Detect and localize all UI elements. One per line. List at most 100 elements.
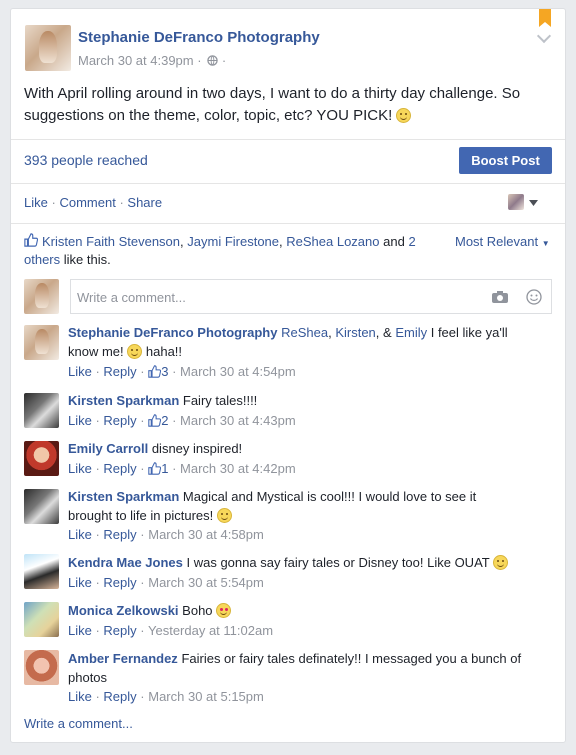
comment-time[interactable]: March 30 at 4:58pm [148, 527, 264, 542]
comment-body-line2: photos [68, 670, 107, 685]
comment-time[interactable]: March 30 at 4:42pm [180, 461, 296, 476]
post-author[interactable]: Stephanie DeFranco Photography [78, 29, 320, 46]
globe-icon [207, 55, 218, 66]
comment-body-line2: know me! haha!! [68, 344, 182, 359]
comment-action[interactable]: Comment [59, 195, 115, 210]
comment-avatar[interactable] [24, 441, 59, 476]
comment-like[interactable]: Like [68, 689, 92, 704]
likes-suffix: like this. [63, 252, 111, 267]
boost-post-button[interactable]: Boost Post [459, 147, 552, 174]
comment-author[interactable]: Kendra Mae Jones [68, 555, 183, 570]
separator: · [51, 195, 56, 210]
comment-body: Emily Carroll disney inspired! [68, 441, 242, 456]
comment-reply[interactable]: Reply [103, 413, 136, 428]
liker-name[interactable]: Jaymi Firestone [187, 234, 279, 249]
comment-text: photos [68, 670, 108, 685]
tagged-user[interactable]: Emily [395, 325, 427, 340]
comment-input[interactable]: Write a comment... [70, 279, 552, 314]
comment-like[interactable]: Like [68, 527, 92, 542]
comment-text: haha!! [145, 344, 183, 359]
others-link[interactable]: 2 [408, 234, 415, 249]
comment-avatar[interactable] [24, 393, 59, 428]
smile-emoji-icon [396, 108, 412, 123]
comment-time[interactable]: March 30 at 5:54pm [148, 575, 264, 590]
people-reached[interactable]: 393 people reached [24, 152, 148, 168]
bookmark-icon[interactable] [539, 9, 551, 27]
comment-body: Kirsten Sparkman Fairy tales!!!! [68, 393, 257, 408]
comment-body: Monica Zelkowski Boho [68, 603, 232, 618]
comment-text: Boho [182, 603, 213, 618]
comment-like[interactable]: Like [68, 413, 92, 428]
caret-down-icon: ▼ [541, 239, 550, 248]
comment-author[interactable]: Kirsten Sparkman [68, 489, 179, 504]
liker-name[interactable]: Kristen Faith Stevenson [42, 234, 180, 249]
comment-like[interactable]: Like [68, 364, 92, 379]
comment-reply[interactable]: Reply [103, 575, 136, 590]
comment-reply[interactable]: Reply [103, 364, 136, 379]
comment-actions: Like · Reply · 1 · March 30 at 4:42pm [68, 461, 296, 476]
comment-body: Amber Fernandez Fairies or fairy tales d… [68, 651, 521, 666]
divider [11, 223, 565, 224]
thumbs-up-icon[interactable] [148, 414, 162, 427]
smile-emoji-icon [216, 508, 232, 523]
likes-and: and [383, 234, 405, 249]
tagged-user[interactable]: ReShea [281, 325, 328, 340]
comment-time[interactable]: March 30 at 4:54pm [180, 364, 296, 379]
separator: · [119, 195, 124, 210]
comment-time[interactable]: March 30 at 5:15pm [148, 689, 264, 704]
tagged-user[interactable]: Kirsten [335, 325, 375, 340]
comment-reply[interactable]: Reply [103, 623, 136, 638]
comment-avatar[interactable] [24, 554, 59, 589]
emoji-icon[interactable] [526, 289, 542, 305]
comment-like[interactable]: Like [68, 623, 92, 638]
comment-author[interactable]: Amber Fernandez [68, 651, 178, 666]
comment-avatar[interactable] [24, 325, 59, 360]
comment-text: Magical and Mystical is cool!!! I would … [182, 489, 477, 504]
comment-like[interactable]: Like [68, 575, 92, 590]
post-card: Stephanie DeFranco Photography March 30 … [10, 8, 566, 743]
comment-author[interactable]: Stephanie DeFranco Photography [68, 325, 277, 340]
comment-body: Stephanie DeFranco Photography ReShea, K… [68, 325, 508, 340]
divider [11, 139, 565, 140]
comment-reply[interactable]: Reply [103, 689, 136, 704]
camera-icon[interactable] [491, 290, 509, 304]
comment-time[interactable]: March 30 at 4:43pm [180, 413, 296, 428]
comment-avatar[interactable] [24, 650, 59, 685]
thumbs-up-icon[interactable] [148, 462, 162, 475]
share-action[interactable]: Share [127, 195, 162, 210]
comment-author[interactable]: Monica Zelkowski [68, 603, 179, 618]
sort-label[interactable]: Most Relevant [455, 234, 538, 249]
comment-time[interactable]: Yesterday at 11:02am [148, 623, 273, 638]
comment-author[interactable]: Emily Carroll [68, 441, 148, 456]
comment-avatar[interactable] [24, 602, 59, 637]
post-body-line1: With April rolling around in two days, I… [24, 85, 521, 102]
likes-summary-line2: others like this. [24, 252, 111, 267]
comment-reply[interactable]: Reply [103, 461, 136, 476]
comment-reply[interactable]: Reply [103, 527, 136, 542]
post-as-avatar[interactable] [508, 194, 524, 210]
smile-emoji-icon [493, 555, 509, 570]
chevron-down-icon[interactable] [536, 28, 552, 44]
write-comment-link[interactable]: Write a comment... [24, 716, 133, 731]
comment-avatar[interactable] [24, 489, 59, 524]
smile-emoji-icon [127, 344, 143, 359]
liker-name[interactable]: ReShea Lozano [286, 234, 379, 249]
separator: · [221, 53, 227, 68]
post-timestamp[interactable]: March 30 at 4:39pm · · [78, 53, 226, 68]
caret-down-icon[interactable] [529, 200, 538, 206]
likes-summary: Kristen Faith Stevenson, Jaymi Firestone… [42, 234, 416, 249]
others-link[interactable]: others [24, 252, 60, 267]
comment-body-line2: brought to life in pictures! [68, 508, 232, 523]
like-action[interactable]: Like [24, 195, 48, 210]
most-relevant-dropdown[interactable]: Most Relevant ▼ [455, 234, 550, 249]
thumbs-up-icon[interactable] [148, 365, 162, 378]
comment-like[interactable]: Like [68, 461, 92, 476]
comment-text: I was gonna say fairy tales or Disney to… [186, 555, 490, 570]
comment-actions: Like · Reply · March 30 at 5:15pm [68, 689, 264, 704]
composer-avatar [24, 279, 59, 314]
comment-body: Kirsten Sparkman Magical and Mystical is… [68, 489, 476, 504]
comment-text: brought to life in pictures! [68, 508, 214, 523]
author-avatar[interactable] [25, 25, 71, 71]
comment-author[interactable]: Kirsten Sparkman [68, 393, 179, 408]
timestamp-text[interactable]: March 30 at 4:39pm [78, 53, 194, 68]
